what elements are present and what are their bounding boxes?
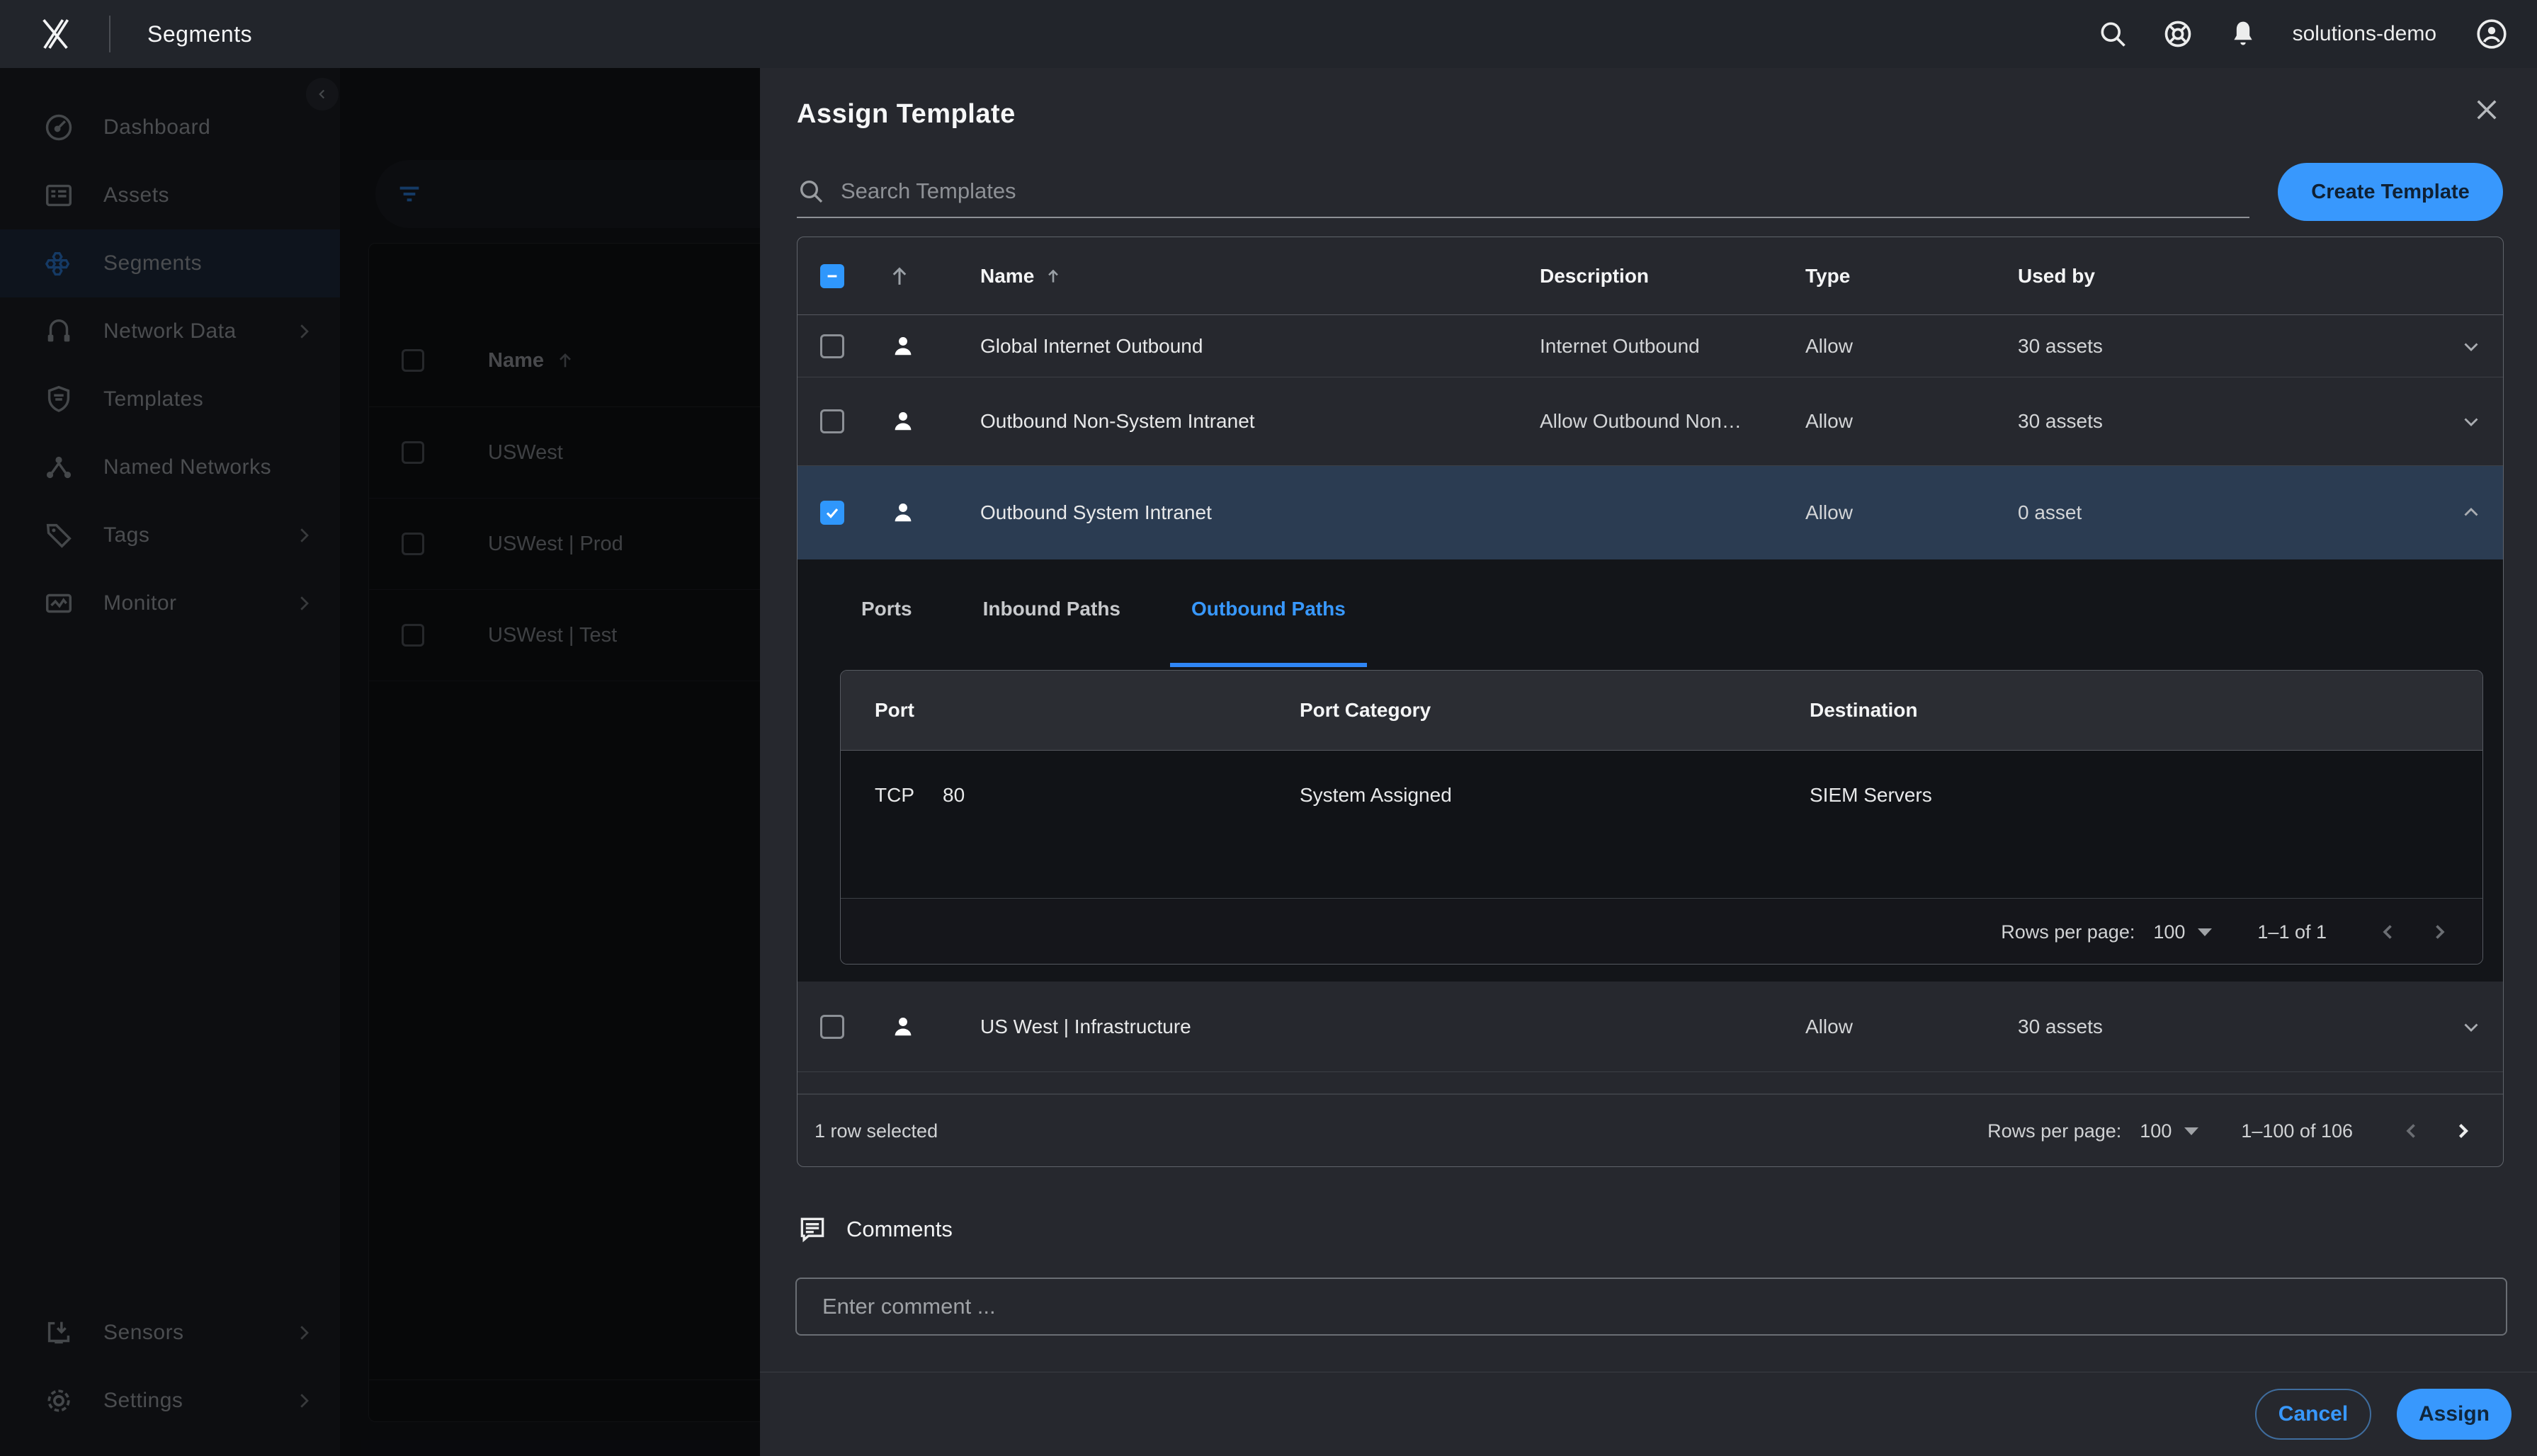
template-detail-panel: Ports Inbound Paths Outbound Paths Port …: [798, 559, 2503, 982]
outbound-path-row[interactable]: TCP 80 System Assigned SIEM Servers: [841, 751, 2482, 840]
next-page-icon[interactable]: [2451, 1119, 2475, 1143]
pagination-range: 1–100 of 106: [2241, 1120, 2353, 1142]
template-used-by: 30 assets: [1990, 335, 2439, 358]
person-icon: [888, 406, 918, 436]
outbound-paths-empty-space: [841, 840, 2482, 898]
assign-button[interactable]: Assign: [2397, 1389, 2512, 1440]
comments-heading: Comments: [846, 1217, 953, 1242]
clipped-row: [798, 1072, 2503, 1094]
template-row-global-internet-outbound[interactable]: Global Internet Outbound Internet Outbou…: [798, 315, 2503, 377]
path-port: 80: [943, 784, 965, 807]
outbound-paths-pagination: Rows per page: 100 1–1 of 1: [841, 898, 2482, 965]
pagination-range: 1–1 of 1: [2257, 921, 2327, 943]
column-header-used-by[interactable]: Used by: [1990, 265, 2439, 288]
rows-per-page-value[interactable]: 100: [2153, 921, 2185, 943]
templates-table: Name Description Type Used by Global Int…: [797, 237, 2504, 1167]
tab-ports[interactable]: Ports: [840, 588, 933, 667]
template-type: Allow: [1777, 410, 1990, 433]
comments-section-header: Comments: [797, 1214, 953, 1245]
comment-bubble-icon: [797, 1214, 828, 1245]
tab-outbound-paths[interactable]: Outbound Paths: [1170, 588, 1367, 667]
top-bar: Segments solutions-demo: [0, 0, 2537, 68]
path-destination-link[interactable]: SIEM Servers: [1810, 784, 2482, 807]
page-title: Segments: [147, 21, 252, 47]
select-all-checkbox-indeterminate[interactable]: [820, 264, 844, 288]
column-header-name[interactable]: Name: [952, 265, 1511, 288]
modal-footer: Cancel Assign: [760, 1372, 2537, 1456]
template-description: Allow Outbound Non…: [1511, 410, 1777, 433]
template-used-by: 30 assets: [1990, 410, 2439, 433]
column-header-destination: Destination: [1810, 699, 2482, 722]
template-type: Allow: [1777, 335, 1990, 358]
assign-template-modal: Assign Template Create Template: [760, 68, 2537, 1456]
rows-per-page-label: Rows per page:: [1987, 1120, 2121, 1142]
row-checkbox[interactable]: [820, 409, 844, 433]
templates-table-footer: 1 row selected Rows per page: 100 1–100 …: [798, 1094, 2503, 1167]
template-search-field: [797, 166, 2249, 218]
create-template-button[interactable]: Create Template: [2278, 163, 2503, 221]
template-name: US West | Infrastructure: [952, 1016, 1511, 1038]
previous-page-icon[interactable]: [2376, 920, 2400, 944]
notifications-bell-icon[interactable]: [2227, 18, 2259, 50]
template-name: Global Internet Outbound: [952, 335, 1511, 358]
chevron-down-icon[interactable]: [2459, 1015, 2483, 1039]
template-name: Outbound Non-System Intranet: [952, 410, 1511, 433]
template-name: Outbound System Intranet: [952, 501, 1511, 524]
tab-inbound-paths[interactable]: Inbound Paths: [962, 588, 1142, 667]
rows-per-page-label: Rows per page:: [2001, 921, 2135, 943]
comment-field: [795, 1278, 2507, 1336]
column-header-port: Port: [875, 699, 1300, 722]
path-protocol: TCP: [875, 784, 914, 807]
template-type: Allow: [1777, 501, 1990, 524]
help-lifebuoy-icon[interactable]: [2162, 18, 2193, 50]
close-icon[interactable]: [2472, 95, 2502, 125]
template-row-outbound-non-system-intranet[interactable]: Outbound Non-System Intranet Allow Outbo…: [798, 377, 2503, 466]
current-tenant-label[interactable]: solutions-demo: [2293, 22, 2436, 46]
row-checkbox[interactable]: [820, 1015, 844, 1039]
template-used-by: 0 asset: [1990, 501, 2439, 524]
selected-rows-count: 1 row selected: [815, 1120, 938, 1142]
person-icon: [888, 1012, 918, 1042]
topbar-divider: [109, 16, 110, 52]
cancel-button[interactable]: Cancel: [2255, 1389, 2371, 1440]
dropdown-caret-icon[interactable]: [2198, 928, 2212, 936]
path-category: System Assigned: [1300, 784, 1810, 807]
modal-title: Assign Template: [797, 99, 1016, 130]
search-icon[interactable]: [2097, 18, 2128, 50]
column-header-type[interactable]: Type: [1777, 265, 1990, 288]
person-icon: [888, 331, 918, 361]
sort-ascending-icon[interactable]: [887, 263, 912, 289]
dropdown-caret-icon[interactable]: [2184, 1127, 2198, 1135]
row-checkbox-checked[interactable]: [820, 501, 844, 525]
sort-ascending-icon: [1044, 267, 1062, 285]
outbound-paths-header: Port Port Category Destination: [841, 671, 2482, 751]
column-header-name-label: Name: [980, 265, 1034, 288]
search-icon: [797, 177, 825, 205]
template-row-us-west-infrastructure[interactable]: US West | Infrastructure Allow 30 assets: [798, 982, 2503, 1072]
template-type: Allow: [1777, 1016, 1990, 1038]
template-used-by: 30 assets: [1990, 1016, 2439, 1038]
row-checkbox[interactable]: [820, 334, 844, 358]
detail-tabs: Ports Inbound Paths Outbound Paths: [840, 588, 2482, 667]
template-row-outbound-system-intranet-selected[interactable]: Outbound System Intranet Allow 0 asset: [798, 466, 2503, 559]
account-icon[interactable]: [2475, 17, 2509, 51]
column-header-description[interactable]: Description: [1511, 265, 1777, 288]
chevron-down-icon[interactable]: [2459, 334, 2483, 358]
column-header-port-category: Port Category: [1300, 699, 1810, 722]
rows-per-page-value[interactable]: 100: [2140, 1120, 2172, 1142]
search-templates-input[interactable]: [839, 178, 2249, 205]
template-description: Internet Outbound: [1511, 335, 1777, 358]
next-page-icon[interactable]: [2427, 920, 2451, 944]
person-icon: [888, 498, 918, 528]
chevron-up-icon[interactable]: [2459, 501, 2483, 525]
previous-page-icon[interactable]: [2400, 1119, 2424, 1143]
outbound-paths-table: Port Port Category Destination TCP 80 Sy…: [840, 670, 2483, 965]
templates-table-header: Name Description Type Used by: [798, 237, 2503, 315]
app-logo-icon[interactable]: [35, 14, 75, 54]
chevron-down-icon[interactable]: [2459, 409, 2483, 433]
comment-input[interactable]: [821, 1293, 2482, 1320]
